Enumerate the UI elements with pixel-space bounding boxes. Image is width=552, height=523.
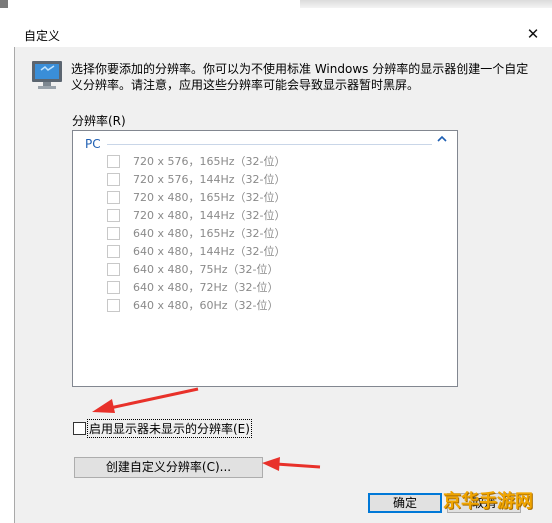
item-checkbox[interactable]: [107, 244, 120, 258]
list-item[interactable]: 640 x 480，72Hz（32-位）: [107, 278, 279, 296]
enable-unshown-label[interactable]: 启用显示器未显示的分辨率(E): [87, 419, 252, 438]
item-checkbox[interactable]: [107, 226, 120, 240]
item-label: 720 x 576，144Hz（32-位）: [133, 173, 286, 186]
item-checkbox[interactable]: [107, 262, 120, 276]
item-checkbox[interactable]: [107, 190, 120, 204]
ok-button[interactable]: 确定: [368, 493, 442, 513]
list-item[interactable]: 720 x 480，165Hz（32-位）: [107, 188, 286, 206]
annotation-arrow-checkbox: [92, 387, 199, 413]
item-checkbox[interactable]: [107, 154, 120, 168]
annotation-arrow-button: [262, 457, 321, 471]
item-checkbox[interactable]: [107, 208, 120, 222]
list-item[interactable]: 640 x 480，165Hz（32-位）: [107, 224, 286, 242]
enable-unshown-checkbox[interactable]: [73, 422, 86, 435]
list-item[interactable]: 640 x 480，144Hz（32-位）: [107, 242, 286, 260]
item-label: 640 x 480，72Hz（32-位）: [133, 281, 279, 294]
intro-text: 选择你要添加的分辨率。你可以为不使用标准 Windows 分辨率的显示器创建一个…: [71, 62, 529, 92]
list-item[interactable]: 720 x 480，144Hz（32-位）: [107, 206, 286, 224]
background-window-strip: [0, 0, 552, 18]
item-label: 720 x 480，165Hz（32-位）: [133, 191, 286, 204]
list-item[interactable]: 640 x 480，60Hz（32-位）: [107, 296, 279, 314]
background-window-titlebar: [300, 0, 552, 8]
resolution-list[interactable]: PC 720 x 576，165Hz（32-位） 720 x 576，144Hz…: [72, 130, 458, 387]
list-item[interactable]: 640 x 480，75Hz（32-位）: [107, 260, 279, 278]
resolution-list-label: 分辨率(R): [72, 114, 126, 128]
group-header-pc: PC: [85, 137, 101, 151]
item-label: 640 x 480，165Hz（32-位）: [133, 227, 286, 240]
group-divider: [107, 144, 432, 145]
dialog-title: 自定义: [24, 29, 61, 43]
dialog-titlebar[interactable]: 自定义 ✕: [14, 21, 552, 47]
item-label: 640 x 480，60Hz（32-位）: [133, 299, 279, 312]
item-checkbox[interactable]: [107, 280, 120, 294]
close-icon[interactable]: ✕: [521, 23, 545, 45]
item-label: 720 x 480，144Hz（32-位）: [133, 209, 286, 222]
monitor-icon: [31, 60, 63, 90]
site-watermark: 京华手游网: [443, 491, 533, 512]
list-item[interactable]: 720 x 576，144Hz（32-位）: [107, 170, 286, 188]
dialog-body: 选择你要添加的分辨率。你可以为不使用标准 Windows 分辨率的显示器创建一个…: [14, 47, 552, 523]
create-custom-resolution-button[interactable]: 创建自定义分辨率(C)...: [74, 457, 263, 478]
collapse-caret-icon[interactable]: [437, 134, 447, 147]
item-label: 640 x 480，144Hz（32-位）: [133, 245, 286, 258]
list-item[interactable]: 720 x 576，165Hz（32-位）: [107, 152, 286, 170]
item-checkbox[interactable]: [107, 298, 120, 312]
background-window-edge: [0, 0, 8, 8]
item-label: 640 x 480，75Hz（32-位）: [133, 263, 279, 276]
item-label: 720 x 576，165Hz（32-位）: [133, 155, 286, 168]
item-checkbox[interactable]: [107, 172, 120, 186]
